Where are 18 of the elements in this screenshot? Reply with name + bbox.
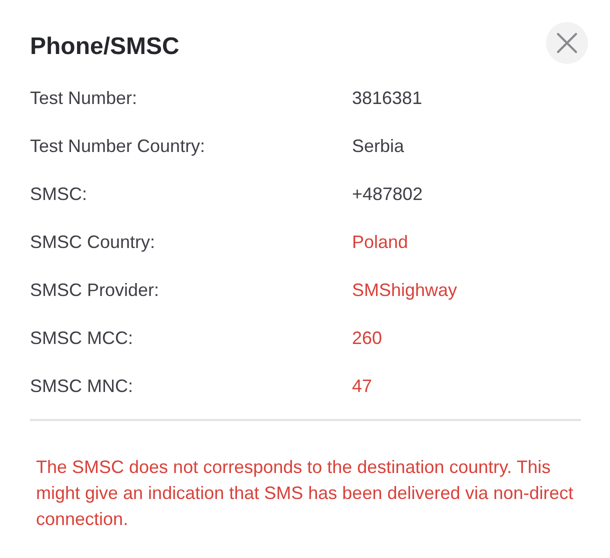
warning-message: The SMSC does not corresponds to the destination country. This might give an indication that SMS has been delivered via non-direct connection. — [36, 456, 574, 531]
field-label: SMSC MCC: — [30, 326, 134, 350]
close-icon — [556, 32, 578, 54]
field-label: SMSC Country: — [30, 230, 156, 254]
dialog-title: Phone/SMSC — [30, 32, 180, 62]
field-value: Serbia — [352, 134, 404, 158]
field-value: SMShighway — [352, 278, 458, 302]
field-value: Poland — [352, 230, 408, 254]
field-label: SMSC: — [30, 182, 88, 206]
field-label: Test Number Country: — [30, 134, 206, 158]
field-label: SMSC Provider: — [30, 278, 160, 302]
field-value: 3816381 — [352, 86, 422, 110]
field-label: Test Number: — [30, 86, 138, 110]
field-value: +487802 — [352, 182, 423, 206]
close-button[interactable] — [546, 22, 588, 64]
field-label: SMSC MNC: — [30, 374, 134, 398]
field-value: 47 — [352, 374, 372, 398]
field-value: 260 — [352, 326, 382, 350]
